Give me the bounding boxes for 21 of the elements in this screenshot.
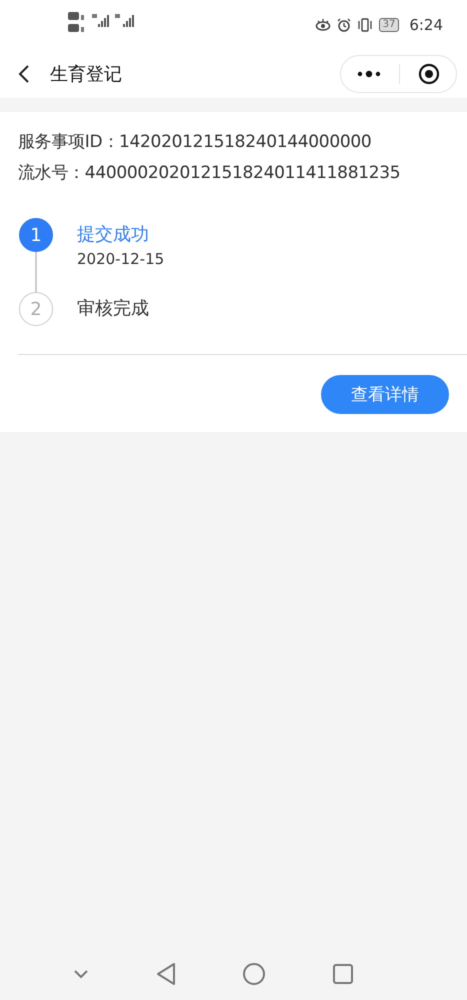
alarm-icon — [336, 18, 351, 32]
page-title: 生育登记 — [50, 63, 123, 86]
step-date: 2020-12-15 — [77, 250, 164, 268]
battery-indicator: 37 — [378, 18, 400, 32]
step-title: 审核完成 — [77, 297, 149, 320]
step-number: 2 — [19, 292, 53, 326]
close-icon[interactable] — [418, 63, 440, 85]
status-time: 6:24 — [409, 16, 443, 34]
step-number: 1 — [19, 218, 53, 252]
vibrate-icon — [356, 18, 373, 32]
more-icon[interactable] — [357, 70, 381, 78]
info-row-text: 流水号：440000202012151824011411881235 — [18, 162, 402, 184]
step-title: 提交成功 — [77, 223, 150, 246]
info-row-text: 服务事项ID：142020121518240144000000 — [18, 131, 372, 153]
recents-icon[interactable] — [332, 963, 354, 985]
details-button[interactable]: 查看详情 — [321, 375, 449, 414]
back-nav-icon[interactable] — [154, 962, 177, 986]
collapse-icon[interactable] — [72, 969, 89, 979]
eye-icon — [314, 19, 331, 31]
home-icon[interactable] — [242, 962, 266, 986]
back-icon[interactable] — [18, 64, 30, 84]
